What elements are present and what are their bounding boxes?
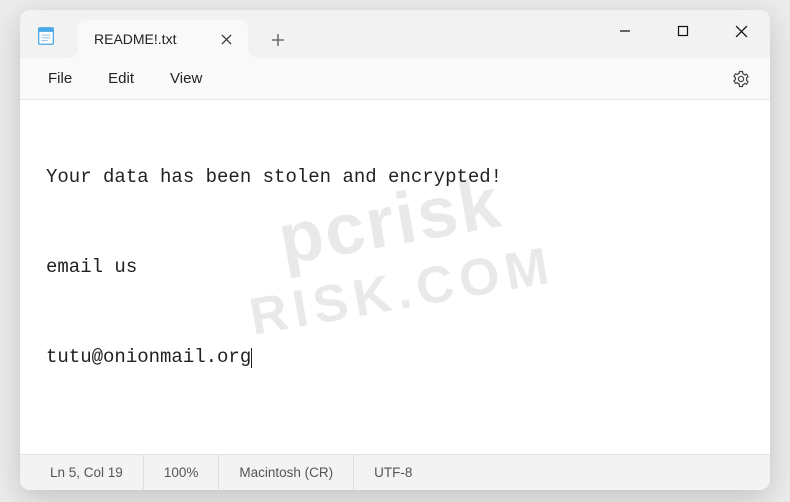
tab-title: README!.txt (94, 31, 214, 47)
text-editor[interactable]: Your data has been stolen and encrypted!… (20, 100, 770, 454)
new-tab-button[interactable] (260, 22, 296, 58)
app-icon (20, 10, 72, 58)
titlebar: README!.txt (20, 10, 770, 58)
tab-strip: README!.txt (72, 10, 296, 58)
tab-readme[interactable]: README!.txt (78, 20, 248, 58)
document-line: email us (46, 256, 744, 279)
notepad-window: README!.txt (20, 10, 770, 490)
status-zoom[interactable]: 100% (144, 455, 220, 490)
settings-button[interactable] (722, 62, 760, 96)
document-line: tutu@onionmail.org (46, 346, 744, 369)
text-caret (251, 348, 252, 368)
window-controls (596, 10, 770, 52)
gear-icon (732, 70, 750, 88)
close-icon (221, 34, 232, 45)
notepad-icon (35, 25, 57, 47)
menu-edit[interactable]: Edit (90, 64, 152, 93)
menu-file[interactable]: File (30, 64, 90, 93)
minimize-icon (619, 25, 631, 37)
statusbar: Ln 5, Col 19 100% Macintosh (CR) UTF-8 (20, 454, 770, 490)
close-tab-button[interactable] (214, 27, 238, 51)
maximize-icon (677, 25, 689, 37)
close-icon (735, 25, 748, 38)
menu-view[interactable]: View (152, 64, 220, 93)
status-encoding[interactable]: UTF-8 (354, 455, 432, 490)
close-window-button[interactable] (712, 10, 770, 52)
status-position[interactable]: Ln 5, Col 19 (20, 455, 144, 490)
menubar: File Edit View (20, 58, 770, 100)
minimize-button[interactable] (596, 10, 654, 52)
document-line: Your data has been stolen and encrypted! (46, 166, 744, 189)
status-line-ending[interactable]: Macintosh (CR) (219, 455, 354, 490)
plus-icon (271, 33, 285, 47)
maximize-button[interactable] (654, 10, 712, 52)
document-line-text: tutu@onionmail.org (46, 346, 251, 368)
